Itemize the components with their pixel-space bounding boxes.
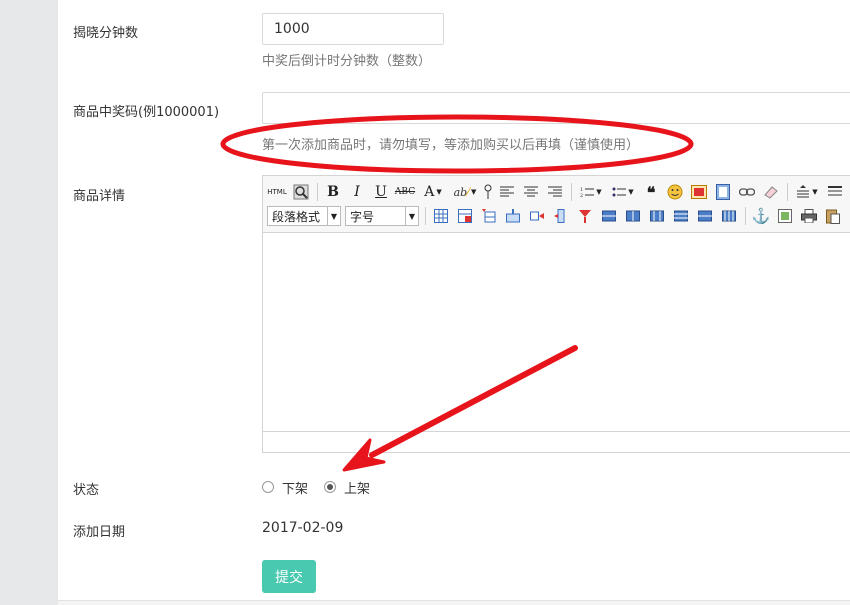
highlight-icon[interactable]: ab ⁄ ▼: [451, 182, 479, 202]
html-source-icon[interactable]: HTML: [267, 182, 287, 202]
paste-icon[interactable]: [823, 206, 843, 226]
rich-text-editor: HTML B I U ABC A ▼ ab ⁄ ▼ 1 2 ▼ ▼ ❝ ▼ 段落…: [262, 175, 850, 453]
print-icon[interactable]: [799, 206, 819, 226]
insert-col-icon[interactable]: [527, 206, 547, 226]
details-label: 商品详情: [73, 189, 126, 204]
svg-text:2: 2: [580, 193, 583, 198]
table-props-icon[interactable]: [455, 206, 475, 226]
insert-row-before-icon[interactable]: [479, 206, 499, 226]
table-icon[interactable]: [431, 206, 451, 226]
status-label: 状态: [73, 483, 100, 498]
preview-icon[interactable]: [291, 182, 311, 202]
toolbar-separator: [571, 183, 572, 201]
emoticon-icon[interactable]: [665, 182, 685, 202]
win-code-help: 第一次添加商品时，请勿填写，等添加购买以后再填（谨慎使用）: [262, 138, 640, 153]
merge-cells-icon[interactable]: [551, 206, 571, 226]
reveal-minutes-input[interactable]: 1000: [262, 13, 444, 45]
radio-offline-label[interactable]: 下架: [282, 478, 308, 497]
footer-strip: [58, 601, 850, 605]
unordered-list-icon[interactable]: ▼: [609, 182, 637, 202]
strikethrough-icon[interactable]: ABC: [395, 182, 415, 202]
table-layout-2-icon[interactable]: [671, 206, 691, 226]
link-icon[interactable]: [737, 182, 757, 202]
insert-row-icon[interactable]: [503, 206, 523, 226]
reveal-minutes-label: 揭晓分钟数: [73, 26, 139, 41]
toolbar-separator: [317, 183, 318, 201]
blockquote-icon[interactable]: ❝: [641, 182, 661, 202]
delete-row-icon[interactable]: [599, 206, 619, 226]
more-icon[interactable]: [825, 182, 845, 202]
submit-button[interactable]: 提交: [262, 560, 316, 593]
paragraph-format-label: 段落格式: [272, 209, 321, 224]
table-layout-4-icon[interactable]: [719, 206, 739, 226]
win-code-input[interactable]: [262, 92, 850, 124]
radio-online[interactable]: [324, 481, 336, 493]
anchor-icon[interactable]: ⚓: [751, 206, 771, 226]
toolbar-separator: [787, 183, 788, 201]
chevron-down-icon: ▼: [327, 207, 340, 225]
toolbar-row-1: HTML B I U ABC A ▼ ab ⁄ ▼ 1 2 ▼ ▼ ❝ ▼: [267, 181, 849, 203]
align-center-icon[interactable]: [521, 182, 541, 202]
radio-offline[interactable]: [262, 481, 274, 493]
reveal-minutes-help: 中奖后倒计时分钟数（整数）: [262, 54, 432, 69]
paragraph-format-select[interactable]: 段落格式 ▼: [267, 206, 341, 226]
underline-icon[interactable]: U: [371, 182, 391, 202]
insert-point-icon[interactable]: [483, 182, 493, 202]
radio-online-label[interactable]: 上架: [344, 478, 370, 497]
video-icon[interactable]: [713, 182, 733, 202]
table-layout-3-icon[interactable]: [695, 206, 715, 226]
align-right-icon[interactable]: [545, 182, 565, 202]
split-cells-icon[interactable]: [575, 206, 595, 226]
font-size-label: 字号: [350, 209, 375, 224]
insert-image-icon[interactable]: [775, 206, 795, 226]
editor-statusbar: [263, 431, 850, 452]
image-icon[interactable]: [689, 182, 709, 202]
align-left-icon[interactable]: [497, 182, 517, 202]
chevron-down-icon: ▼: [405, 207, 418, 225]
win-code-label: 商品中奖码(例1000001): [73, 105, 220, 120]
ordered-list-icon[interactable]: 1 2 ▼: [577, 182, 605, 202]
toolbar-separator: [425, 207, 426, 225]
left-sidebar: [0, 0, 58, 605]
italic-icon[interactable]: I: [347, 182, 367, 202]
eraser-icon[interactable]: [761, 182, 781, 202]
line-height-icon[interactable]: ▼: [793, 182, 821, 202]
date-value: 2017-02-09: [262, 520, 344, 536]
date-label: 添加日期: [73, 525, 126, 540]
font-color-icon[interactable]: A ▼: [419, 182, 447, 202]
bold-icon[interactable]: B: [323, 182, 343, 202]
editor-content-area[interactable]: [263, 233, 850, 433]
delete-col-icon[interactable]: [623, 206, 643, 226]
font-size-select[interactable]: 字号 ▼: [345, 206, 419, 226]
editor-toolbar: HTML B I U ABC A ▼ ab ⁄ ▼ 1 2 ▼ ▼ ❝ ▼ 段落…: [263, 176, 850, 233]
toolbar-row-2: 段落格式 ▼ 字号 ▼ ⚓: [267, 205, 847, 227]
toolbar-separator: [745, 207, 746, 225]
table-layout-1-icon[interactable]: [647, 206, 667, 226]
